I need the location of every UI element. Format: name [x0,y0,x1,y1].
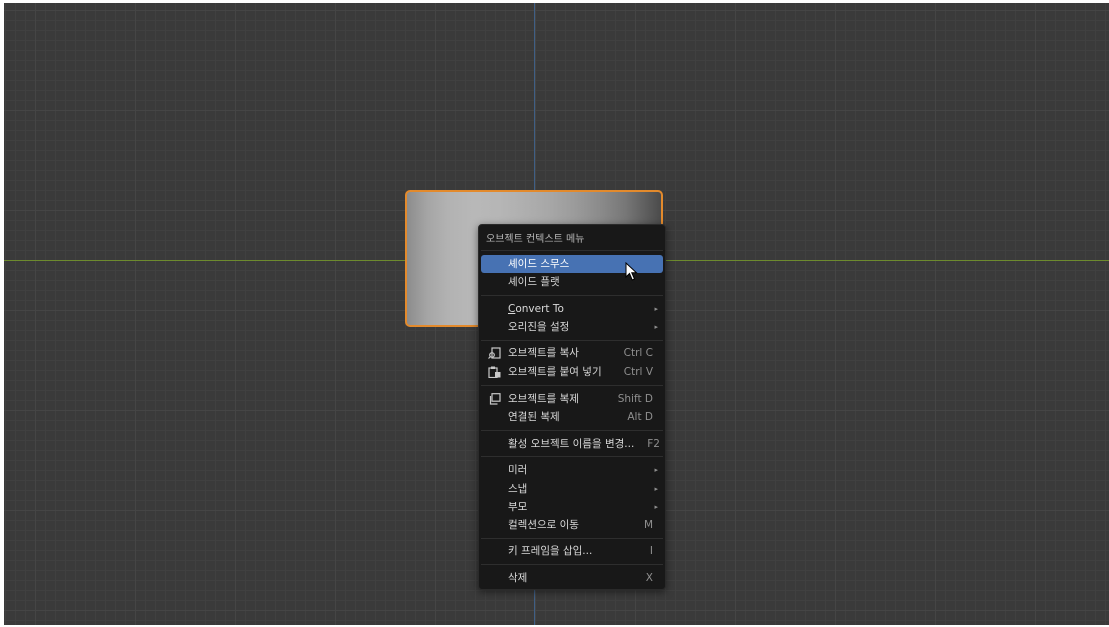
menu-item-label: 오리진을 설정 [508,321,570,333]
menu-item-label: 삭제 [508,572,528,584]
shortcut-label: F2 [647,438,660,450]
menu-item-label: 오브젝트를 붙여 넣기 [508,366,602,378]
copy-icon [488,347,501,359]
menu-divider [481,295,663,296]
menu-item-label: 키 프레임을 삽입... [508,545,593,557]
menu-item-set-origin[interactable]: 오리진을 설정 ▸ [481,318,663,336]
menu-item-parent[interactable]: 부모 ▸ [481,498,663,516]
menu-item-paste-objects[interactable]: 오브젝트를 붙여 넣기 Ctrl V [481,363,663,381]
menu-item-label: 스냅 [508,483,528,495]
menu-divider [481,538,663,539]
submenu-arrow-icon: ▸ [654,323,658,331]
menu-divider [481,430,663,431]
menu-item-snap[interactable]: 스냅 ▸ [481,480,663,498]
menu-item-duplicate-linked[interactable]: 연결된 복제 Alt D [481,408,663,426]
paste-icon [488,366,501,378]
shortcut-label: M [643,519,653,531]
menu-item-label: Convert To [508,303,564,315]
menu-divider [481,250,663,251]
submenu-arrow-icon: ▸ [654,485,658,493]
shortcut-label: X [645,572,653,584]
menu-item-duplicate-objects[interactable]: 오브젝트를 복제 Shift D [481,390,663,408]
menu-divider [481,564,663,565]
menu-item-label: 활성 오브젝트 이름을 변경... [508,438,635,450]
shortcut-label: Ctrl V [623,366,653,378]
menu-item-convert-to[interactable]: Convert To ▸ [481,300,663,318]
menu-item-label: 연결된 복제 [508,411,560,423]
mouse-cursor-icon [625,262,638,281]
menu-item-insert-keyframe[interactable]: 키 프레임을 삽입... I [481,542,663,560]
menu-item-rename-active-object[interactable]: 활성 오브젝트 이름을 변경... F2 [481,435,663,453]
duplicate-icon [489,393,501,405]
submenu-arrow-icon: ▸ [654,466,658,474]
menu-item-label: 셰이드 스무스 [508,258,570,270]
menu-item-label: 오브젝트를 복제 [508,393,579,405]
submenu-arrow-icon: ▸ [654,305,658,313]
menu-item-label: 컬렉션으로 이동 [508,519,579,531]
shortcut-label: I [649,545,653,557]
menu-divider [481,340,663,341]
menu-item-label: 부모 [508,501,528,513]
submenu-arrow-icon: ▸ [654,503,658,511]
menu-item-copy-objects[interactable]: 오브젝트를 복사 Ctrl C [481,344,663,362]
shortcut-label: Ctrl C [623,347,653,359]
menu-item-label: 셰이드 플랫 [508,276,560,288]
menu-divider [481,456,663,457]
menu-item-label: 오브젝트를 복사 [508,347,579,359]
menu-item-mirror[interactable]: 미러 ▸ [481,461,663,479]
menu-item-move-to-collection[interactable]: 컬렉션으로 이동 M [481,516,663,534]
shortcut-label: Shift D [617,393,653,405]
menu-title: 오브젝트 컨텍스트 메뉴 [486,234,585,245]
menu-item-delete[interactable]: 삭제 X [481,569,663,587]
shortcut-label: Alt D [627,411,653,423]
menu-divider [481,385,663,386]
menu-item-label: 미러 [508,464,528,476]
